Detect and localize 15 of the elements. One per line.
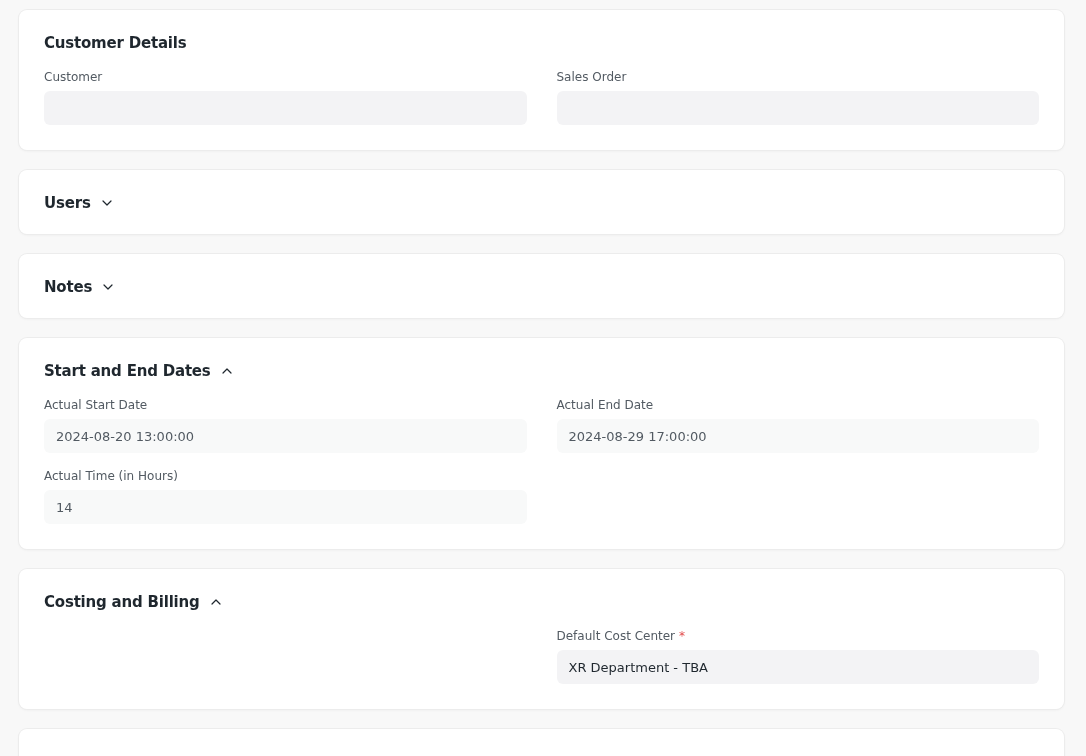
field-label: Actual Time (in Hours) [44, 469, 179, 483]
input-field[interactable]: 14 [44, 490, 527, 524]
input-field[interactable]: 2024-08-29 17:00:00 [556, 419, 1039, 453]
field-label: Actual End Date [556, 398, 655, 412]
section-title[interactable]: Start and End Dates [44, 362, 211, 380]
input-field[interactable]: 2024-08-20 13:00:00 [44, 419, 527, 453]
field-label: Actual Start Date [44, 398, 149, 412]
section-title: Customer Details [44, 34, 187, 52]
field-label: Sales Order [556, 70, 628, 84]
field-label: Default Cost Center * [556, 629, 686, 643]
section-title[interactable]: Users [44, 194, 91, 212]
section-title[interactable]: Costing and Billing [44, 593, 200, 611]
section-title[interactable]: Notes [44, 278, 93, 296]
input-field[interactable]: XR Department - TBA [556, 650, 1039, 684]
field-label: Customer [44, 70, 104, 84]
